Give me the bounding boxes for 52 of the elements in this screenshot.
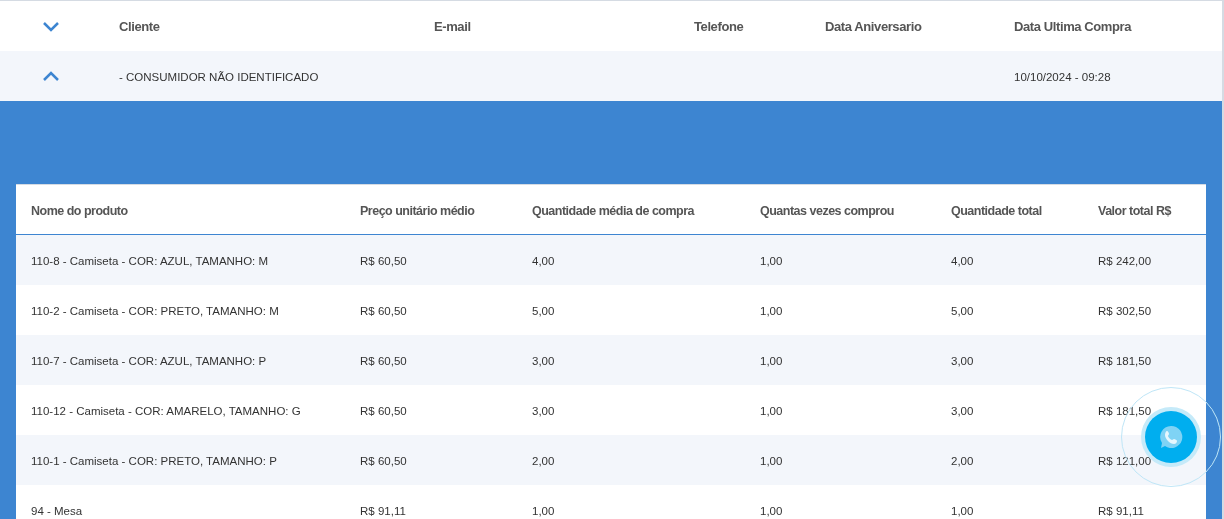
column-header: Preço unitário médio <box>360 203 475 218</box>
table-cell: 2,00 <box>532 455 555 467</box>
table-cell: 4,00 <box>951 255 974 267</box>
column-header: Valor total R$ <box>1098 203 1171 218</box>
table-cell: 110-2 - Camiseta - COR: PRETO, TAMANHO: M <box>31 305 279 317</box>
column-header: Data Ultima Compra <box>1014 19 1132 34</box>
table-cell: 5,00 <box>951 305 974 317</box>
table-cell: R$ 91,11 <box>1098 505 1144 517</box>
table-cell: R$ 60,50 <box>360 305 407 317</box>
table-cell: 94 - Mesa <box>31 505 83 517</box>
table-cell: - CONSUMIDOR NÃO IDENTIFICADO <box>119 71 319 83</box>
table-cell: R$ 60,50 <box>360 255 407 267</box>
table-cell: 10/10/2024 - 09:28 <box>1014 71 1111 83</box>
table-cell: R$ 302,50 <box>1098 305 1152 317</box>
table-cell: R$ 181,50 <box>1098 405 1152 417</box>
column-header: Quantas vezes comprou <box>760 203 894 218</box>
column-header: Quantidade total <box>951 203 1042 218</box>
table-cell: 110-1 - Camiseta - COR: PRETO, TAMANHO: P <box>31 455 277 467</box>
column-header: Nome do produto <box>31 203 128 218</box>
table-cell: 1,00 <box>760 505 783 517</box>
table-cell: 110-7 - Camiseta - COR: AZUL, TAMANHO: P <box>31 355 267 367</box>
column-header: Cliente <box>119 19 160 34</box>
table-cell: R$ 60,50 <box>360 405 407 417</box>
column-header: E-mail <box>434 19 471 34</box>
column-header: Telefone <box>694 19 744 34</box>
table-cell: 110-8 - Camiseta - COR: AZUL, TAMANHO: M <box>31 255 269 267</box>
table-cell: 1,00 <box>760 405 783 417</box>
table-cell: 3,00 <box>951 355 974 367</box>
chevron-up-icon[interactable] <box>42 70 60 82</box>
table-cell: R$ 181,50 <box>1098 355 1152 367</box>
table-cell: 110-12 - Camiseta - COR: AMARELO, TAMANHO: G <box>31 405 301 417</box>
table-cell: 2,00 <box>951 455 974 467</box>
table-cell: 1,00 <box>951 505 974 517</box>
table-cell: 4,00 <box>532 255 555 267</box>
chevron-down-icon[interactable] <box>42 20 60 32</box>
table-cell: 1,00 <box>760 455 783 467</box>
table-cell: 3,00 <box>532 355 555 367</box>
phone-chat-icon <box>1157 423 1185 451</box>
table-cell: 1,00 <box>760 255 783 267</box>
table-cell: R$ 91,11 <box>360 505 406 517</box>
table-cell: 3,00 <box>951 405 974 417</box>
table-cell: 1,00 <box>760 305 783 317</box>
table-cell: R$ 60,50 <box>360 355 407 367</box>
table-cell: R$ 60,50 <box>360 455 407 467</box>
table-cell: 5,00 <box>532 305 555 317</box>
table-cell: 1,00 <box>760 355 783 367</box>
table-cell: R$ 242,00 <box>1098 255 1152 267</box>
column-header: Quantidade média de compra <box>532 203 695 218</box>
column-header: Data Aniversario <box>825 19 922 34</box>
table-cell: 3,00 <box>532 405 555 417</box>
table-cell: 1,00 <box>532 505 555 517</box>
table-cell: R$ 121,00 <box>1098 455 1152 467</box>
